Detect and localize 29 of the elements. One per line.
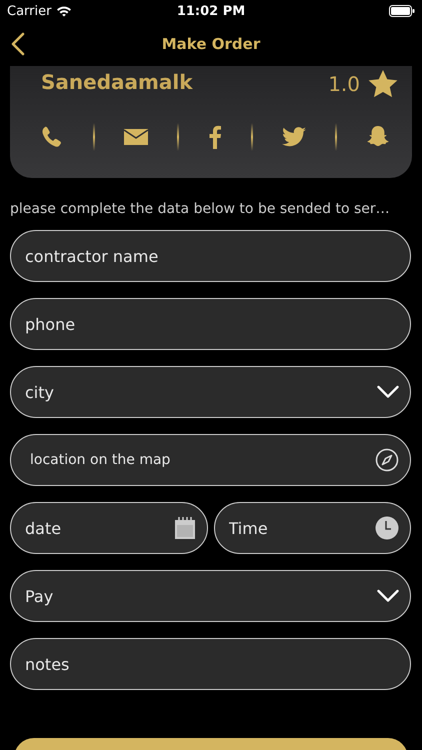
chevron-down-icon (377, 590, 399, 602)
instructions-text: please complete the data below to be sended to ser… (10, 201, 391, 217)
carrier-label: Carrier (7, 4, 52, 18)
chevron-down-icon (377, 386, 399, 398)
wifi-icon (56, 5, 72, 17)
dropdown-field[interactable]: Pay (10, 570, 411, 622)
clock-icon (375, 516, 399, 540)
provider-name: Sanedaamalk (41, 70, 193, 94)
input-field[interactable]: date (10, 502, 208, 554)
status-time: 11:02 PM (176, 4, 246, 18)
compass-icon (375, 448, 399, 472)
nav-title: Make Order (162, 35, 260, 53)
input-field[interactable]: Time (214, 502, 411, 554)
star-icon (368, 70, 398, 98)
dropdown-field[interactable]: city (10, 366, 411, 418)
battery-icon (389, 5, 415, 17)
input-field[interactable]: location on the map (10, 434, 411, 486)
back-button[interactable] (11, 32, 25, 56)
back-icon (11, 32, 25, 56)
mail-icon[interactable] (124, 128, 148, 146)
input-field[interactable]: phone (10, 298, 411, 350)
phone-icon[interactable] (40, 125, 64, 149)
input-field[interactable]: contractor name (10, 230, 411, 282)
input-field[interactable]: notes (10, 638, 411, 690)
rating-value: 1.0 (328, 72, 360, 96)
facebook-icon[interactable] (208, 125, 222, 149)
bird-icon[interactable] (282, 127, 306, 147)
calendar-icon (174, 516, 196, 540)
ghost-icon[interactable] (366, 125, 390, 149)
